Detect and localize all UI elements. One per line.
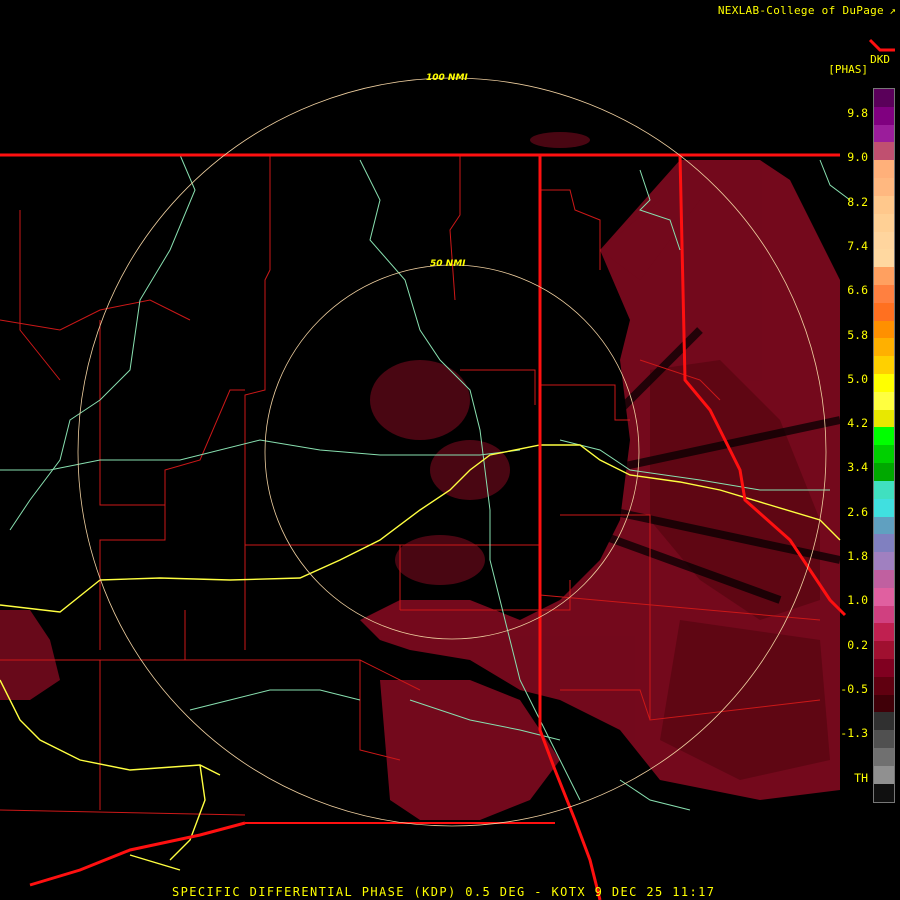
colorbar-segment <box>874 124 894 143</box>
colorbar-segment <box>874 142 894 161</box>
colorbar-segment <box>874 249 894 268</box>
colorbar-segment <box>874 480 894 499</box>
colorbar-segment <box>874 730 894 749</box>
colorbar-segment <box>874 374 894 392</box>
colorbar-tick-label: 5.0 <box>847 371 868 386</box>
colorbar-segment <box>874 552 894 570</box>
product-code: DKD <box>870 53 890 66</box>
colorbar-tick-label: 1.0 <box>847 593 868 608</box>
colorbar-segment <box>874 463 894 481</box>
colorbar-segment <box>874 302 894 321</box>
range-ring-100-label: 100 NMI <box>426 73 468 83</box>
colorbar-segment <box>874 641 894 659</box>
radar-map <box>0 38 895 900</box>
colorbar-tick-label: TH <box>854 770 868 785</box>
colorbar-segment <box>874 267 894 285</box>
colorbar-segment <box>874 231 894 250</box>
echo-speckle <box>370 132 590 585</box>
product-caption: SPECIFIC DIFFERENTIAL PHASE (KDP) 0.5 DE… <box>172 885 716 899</box>
colorbar-segment <box>874 178 894 196</box>
colorbar-segment <box>874 106 894 125</box>
colorbar-segment <box>874 89 894 107</box>
colorbar-tick-label: 9.0 <box>847 150 868 165</box>
colorbar-tick-label: 9.8 <box>847 106 868 120</box>
colorbar-segment <box>874 338 894 357</box>
colorbar-units: [PHAS] <box>828 63 868 76</box>
colorbar-tick-label: 2.6 <box>847 504 868 519</box>
radar-display: 100 NMI 50 NMI NEXLAB-College of DuPage … <box>0 0 900 900</box>
colorbar-segment <box>874 676 894 695</box>
colorbar-segment <box>874 427 894 446</box>
colorbar-segment <box>874 783 894 802</box>
colorbar-segment <box>874 587 894 606</box>
colorbar-tick-label: 1.8 <box>847 549 868 563</box>
colorbar-tick-label: -0.5 <box>840 681 868 696</box>
external-link-icon[interactable]: ↗ <box>889 4 896 17</box>
colorbar-segment <box>874 284 894 303</box>
colorbar-segment <box>874 569 894 588</box>
colorbar-tick-label: 4.2 <box>847 416 868 431</box>
echo-region-west <box>0 610 60 700</box>
colorbar-segment <box>874 516 894 535</box>
colorbar-segment <box>874 391 894 410</box>
colorbar-tick-label: -1.3 <box>840 726 868 741</box>
colorbar-tick-label: 8.2 <box>847 194 868 209</box>
colorbar-segment <box>874 748 894 766</box>
range-ring-50-label: 50 NMI <box>430 259 466 269</box>
colorbar-segment <box>874 534 894 553</box>
colorbar-segment <box>874 659 894 677</box>
colorbar <box>873 88 895 803</box>
colorbar-tick-label: 6.6 <box>847 283 868 298</box>
colorbar-tick-label: 7.4 <box>847 238 868 253</box>
colorbar-segment <box>874 694 894 713</box>
colorbar-segment <box>874 445 894 464</box>
colorbar-tick-label: 0.2 <box>847 637 868 652</box>
colorbar-segment <box>874 356 894 374</box>
colorbar-segment <box>874 623 894 642</box>
colorbar-segment <box>874 498 894 517</box>
colorbar-segment <box>874 320 894 339</box>
colorbar-tick-label: 3.4 <box>847 460 868 475</box>
colorbar-segment <box>874 160 894 179</box>
colorbar-segment <box>874 712 894 731</box>
colorbar-segment <box>874 195 894 214</box>
colorbar-segment <box>874 605 894 624</box>
colorbar-segment <box>874 213 894 232</box>
source-credit[interactable]: NEXLAB-College of DuPage <box>718 4 884 17</box>
colorbar-segment <box>874 409 894 428</box>
colorbar-tick-label: 5.8 <box>847 327 868 342</box>
colorbar-segment <box>874 765 894 784</box>
